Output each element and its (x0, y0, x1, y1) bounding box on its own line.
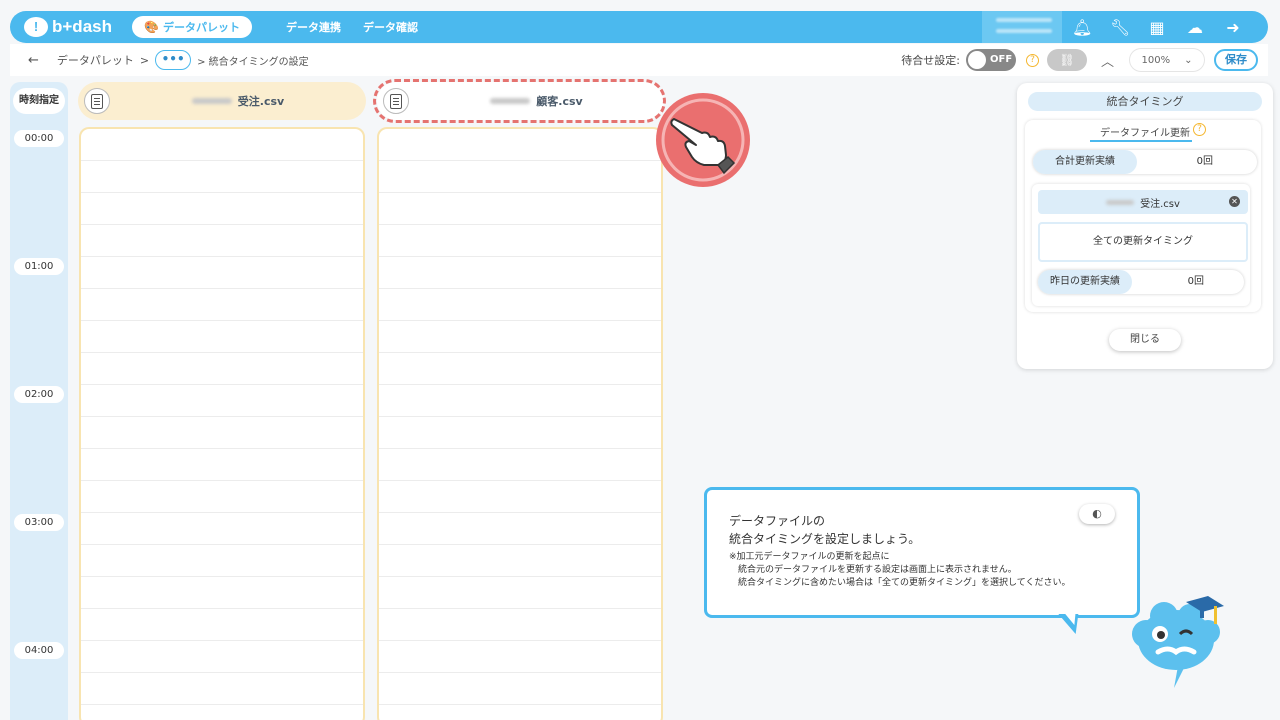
back-arrow-icon[interactable]: ← (28, 53, 39, 68)
file-name: 受注.csv (237, 95, 285, 108)
file-chip-name: 受注.csv (1140, 198, 1180, 210)
chevron-up-icon[interactable]: ︿ (1101, 51, 1114, 70)
pointer-hand-icon (656, 93, 750, 187)
breadcrumb-root[interactable]: データパレット (57, 52, 134, 68)
top-header: ! b+dash 🎨 データパレット データ連携 データ確認 🔔︎ 🔧︎ ▦ ☁… (10, 11, 1268, 43)
total-updates-value: 0回 (1196, 156, 1213, 167)
wait-setting-label: 待合せ設定: (901, 54, 960, 67)
breadcrumb-current: > 統合タイミングの設定 (197, 56, 309, 68)
bubble-note-line: 統合タイミングに含めたい場合は「全ての更新タイミング」を選択してください。 (738, 578, 1071, 588)
total-updates-row: 合計更新実績 0回 (1033, 150, 1257, 174)
nav-data-link[interactable]: データ連携 (286, 19, 341, 35)
panel-section: データファイル更新 ? 合計更新実績 0回 受注.csv ✕ 全ての更新タイミン… (1025, 120, 1261, 312)
file-timeline-customers[interactable] (377, 127, 663, 720)
mascot-character (1128, 596, 1228, 696)
bubble-note-line: 統合元のデータファイルを更新する設定は画面上に表示されません。 (738, 565, 1017, 575)
time-label: 04:00 (14, 642, 64, 659)
bell-icon[interactable]: 🔔︎ (1072, 18, 1092, 37)
bubble-title-line1: データファイルの (729, 514, 826, 528)
bubble-note: ※加工元データファイルの更新を起点に 統合元のデータファイルを更新する設定は画面… (729, 551, 1115, 590)
zoom-value: 100% (1141, 54, 1171, 66)
bubble-title-line2: 統合タイミングを設定しましょう。 (729, 532, 921, 546)
close-icon[interactable]: ✕ (1229, 196, 1240, 207)
file-timeline-orders[interactable] (79, 127, 365, 720)
yesterday-updates-label: 昨日の更新実績 (1038, 270, 1132, 294)
panel-title: 統合タイミング (1028, 92, 1262, 111)
tutorial-bubble: データファイルの 統合タイミングを設定しましょう。 ※加工元データファイルの更新… (704, 487, 1140, 618)
all-timing-select[interactable]: 全ての更新タイミング (1038, 222, 1248, 262)
breadcrumb-sep: > (139, 53, 150, 67)
nav-data-check[interactable]: データ確認 (363, 19, 418, 35)
breadcrumb-more-button[interactable]: ••• (155, 50, 192, 70)
yesterday-updates-value: 0回 (1187, 276, 1204, 287)
section-label: データファイル更新 (1090, 124, 1192, 142)
total-updates-label: 合計更新実績 (1033, 150, 1137, 174)
file-timing-card: 受注.csv ✕ 全ての更新タイミング 昨日の更新実績 0回 (1032, 184, 1250, 306)
zoom-select[interactable]: 100% ⌄ (1130, 49, 1204, 71)
grid-icon[interactable]: ▦ (1148, 18, 1166, 37)
link-settings-button[interactable]: ⛓ (1046, 49, 1087, 71)
chevron-down-icon: ⌄ (1184, 54, 1193, 66)
help-icon[interactable]: ? (1025, 53, 1039, 67)
blurred-id (191, 98, 232, 104)
nav-data-palette[interactable]: 🎨 データパレット (132, 16, 252, 38)
app-logo[interactable]: ! b+dash (24, 17, 112, 37)
logo-bubble-icon: ! (24, 17, 48, 37)
beginner-mark-button[interactable]: ◐ (1079, 504, 1115, 524)
logo-text: b+dash (52, 17, 112, 36)
bubble-note-line: ※加工元データファイルの更新を起点に (729, 552, 890, 562)
close-button[interactable]: 閉じる (1109, 329, 1181, 351)
time-label: 01:00 (14, 258, 64, 275)
mascot-chat-icon[interactable]: ☁ (1186, 18, 1204, 37)
breadcrumb-bar: ← データパレット > ••• > 統合タイミングの設定 待合せ設定: OFF … (10, 44, 1268, 76)
file-chip: 受注.csv ✕ (1038, 190, 1248, 214)
logout-icon[interactable]: ➜ (1224, 18, 1242, 37)
user-info-blurred[interactable] (982, 11, 1062, 43)
time-label: 03:00 (14, 514, 64, 531)
wrench-icon[interactable]: 🔧︎ (1110, 18, 1130, 37)
file-header-orders[interactable]: 受注.csv (78, 82, 366, 120)
blurred-id (1106, 199, 1135, 205)
save-button[interactable]: 保存 (1214, 49, 1258, 71)
document-icon (84, 88, 110, 114)
wait-setting-toggle[interactable]: OFF (965, 49, 1016, 71)
time-label: 02:00 (14, 386, 64, 403)
timing-panel: 統合タイミング データファイル更新 ? 合計更新実績 0回 受注.csv ✕ 全… (1017, 83, 1273, 369)
time-column: 時刻指定 00:00 01:00 02:00 03:00 04:00 (10, 82, 68, 720)
highlight-outline (373, 79, 666, 123)
yesterday-updates-row: 昨日の更新実績 0回 (1038, 270, 1244, 294)
help-icon[interactable]: ? (1193, 123, 1206, 136)
palette-icon: 🎨 (144, 20, 159, 34)
nav-data-palette-label: データパレット (162, 21, 240, 34)
time-specify-button[interactable]: 時刻指定 (13, 88, 65, 114)
time-label: 00:00 (14, 130, 64, 147)
